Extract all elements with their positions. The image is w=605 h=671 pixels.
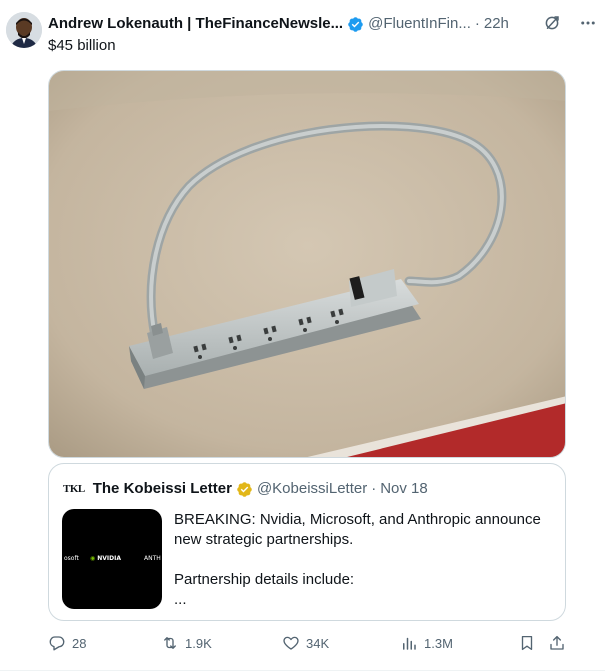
avatar[interactable] bbox=[6, 12, 42, 48]
views-chart-icon bbox=[403, 637, 416, 650]
quoted-tweet[interactable]: TKL The Kobeissi Letter @KobeissiLetter … bbox=[48, 463, 566, 621]
quoted-tweet-header: TKL The Kobeissi Letter @KobeissiLetter … bbox=[63, 479, 428, 499]
tweet[interactable]: Andrew Lokenauth | TheFinanceNewsle... @… bbox=[0, 0, 605, 671]
quoted-thumbnail: osoft ◉ NVIDIA ANTH bbox=[62, 509, 162, 609]
bookmark-icon bbox=[521, 635, 533, 651]
bookmark-button[interactable] bbox=[518, 633, 542, 653]
quoted-line: BREAKING: Nvidia, Microsoft, and Anthrop… bbox=[174, 511, 541, 548]
reply-button[interactable]: 28 bbox=[48, 633, 86, 653]
repost-icon bbox=[164, 637, 176, 649]
share-button[interactable] bbox=[548, 633, 572, 653]
tweet-header: Andrew Lokenauth | TheFinanceNewsle... @… bbox=[48, 14, 597, 34]
like-count: 34K bbox=[306, 635, 330, 651]
separator-dot: · bbox=[474, 15, 480, 32]
timestamp[interactable]: 22h bbox=[484, 14, 509, 34]
repost-count: 1.9K bbox=[185, 635, 212, 651]
thumbnail-text-center: NVIDIA bbox=[97, 555, 122, 562]
repost-button[interactable]: 1.9K bbox=[161, 633, 212, 653]
power-strip-photo bbox=[49, 71, 565, 457]
quoted-line: Partnership details include: bbox=[174, 571, 355, 588]
thumbnail-text-right: ANTH bbox=[144, 555, 161, 562]
quoted-separator-dot: · bbox=[371, 480, 377, 497]
verified-badge-icon bbox=[348, 16, 363, 32]
quoted-date[interactable]: Nov 18 bbox=[380, 479, 428, 499]
heart-icon bbox=[283, 636, 299, 650]
tweet-photo[interactable] bbox=[48, 70, 566, 458]
quoted-tweet-text: BREAKING: Nvidia, Microsoft, and Anthrop… bbox=[174, 510, 559, 610]
quoted-author-handle[interactable]: @KobeissiLetter bbox=[257, 479, 367, 499]
tweet-actions: 28 1.9K 34K 1.3M bbox=[48, 633, 570, 653]
header-actions bbox=[543, 14, 597, 32]
thumbnail-text-left: osoft bbox=[64, 555, 79, 562]
quoted-line: ... bbox=[174, 591, 187, 608]
grok-icon[interactable] bbox=[543, 14, 561, 32]
author-name[interactable]: Andrew Lokenauth | TheFinanceNewsle... bbox=[48, 14, 343, 34]
reply-count: 28 bbox=[72, 635, 87, 651]
like-button[interactable]: 34K bbox=[282, 633, 329, 653]
thumbnail-nvidia-logo: ◉ NVIDIA bbox=[90, 555, 121, 562]
reply-icon bbox=[49, 636, 65, 651]
kobeissi-logo: TKL bbox=[63, 483, 85, 495]
quoted-author-name[interactable]: The Kobeissi Letter bbox=[93, 479, 232, 499]
author-handle[interactable]: @FluentInFin... bbox=[368, 14, 471, 34]
views-button[interactable]: 1.3M bbox=[400, 633, 453, 653]
more-icon[interactable] bbox=[579, 14, 597, 32]
share-icon bbox=[550, 635, 564, 650]
tweet-text: $45 billion bbox=[48, 37, 116, 54]
gold-verified-badge-icon bbox=[237, 481, 252, 497]
view-count: 1.3M bbox=[424, 635, 453, 651]
nvidia-eye-icon: ◉ bbox=[90, 555, 96, 562]
